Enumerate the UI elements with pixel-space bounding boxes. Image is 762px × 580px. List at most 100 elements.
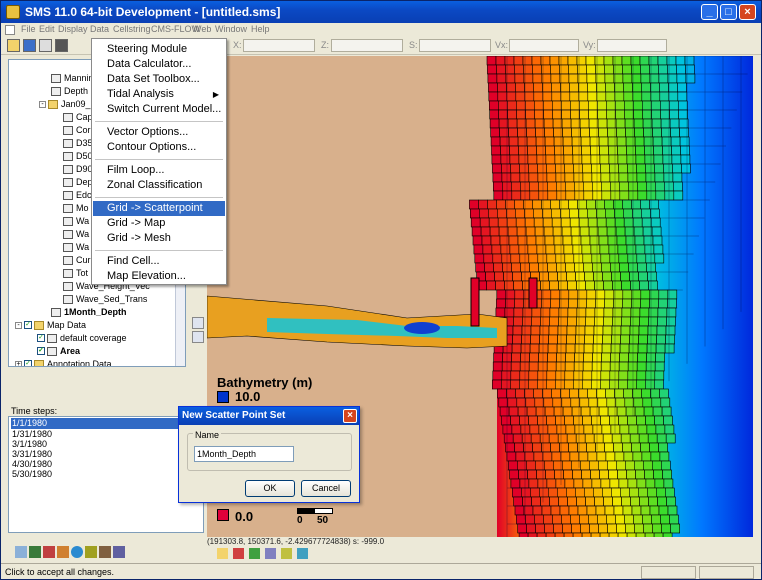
tree-item[interactable]: Depth	[51, 85, 88, 97]
dataset-icon	[51, 307, 61, 317]
menu-item-film-loop[interactable]: Film Loop...	[93, 163, 225, 178]
delete-icon[interactable]	[55, 39, 68, 52]
menu-item-grid-to-mesh[interactable]: Grid -> Mesh	[93, 231, 225, 246]
z-field[interactable]	[331, 39, 403, 52]
observation-icon[interactable]	[281, 548, 292, 559]
s-field[interactable]	[419, 39, 491, 52]
dialog-close-button[interactable]: ×	[343, 409, 357, 423]
menu-item-find-cell[interactable]: Find Cell...	[93, 254, 225, 269]
menu-edit[interactable]: Edit	[39, 24, 55, 34]
tree-item[interactable]: Wa	[63, 228, 89, 240]
maximize-button[interactable]: □	[720, 4, 737, 20]
menu-display[interactable]: Display	[58, 24, 88, 34]
tree-item-label: default coverage	[60, 333, 127, 343]
window-title: SMS 11.0 64-bit Development - [untitled.…	[25, 5, 281, 19]
node-icon[interactable]	[233, 548, 244, 559]
menu-item-data-calculator[interactable]: Data Calculator...	[93, 57, 225, 72]
tree-item[interactable]: Wa	[63, 241, 89, 253]
x-field[interactable]	[243, 39, 315, 52]
tree-item[interactable]: Dep	[63, 176, 93, 188]
vector-dataset-icon	[63, 281, 73, 291]
tree-item[interactable]: ✓ Area	[37, 345, 80, 357]
tree-folder[interactable]: - Jan09_	[39, 98, 91, 110]
tree-item[interactable]: D90	[63, 163, 93, 175]
tree-item-label: Wa	[76, 229, 90, 239]
collapse-toggle[interactable]: -	[15, 321, 22, 329]
tree-item[interactable]: Cap	[63, 111, 93, 123]
ok-button[interactable]: OK	[245, 480, 295, 497]
tree-item-label: Wa	[76, 242, 90, 252]
legend-min-label: 0.0	[235, 509, 254, 524]
visibility-checkbox[interactable]: ✓	[24, 321, 32, 329]
annotation-icon	[34, 359, 44, 366]
tree-item-label: Wa	[76, 216, 90, 226]
coverage-icon	[47, 346, 57, 356]
tree-item[interactable]: Edc	[63, 189, 92, 201]
menu-item-vector-options[interactable]: Vector Options...	[93, 125, 225, 140]
menu-item-grid-to-map[interactable]: Grid -> Map	[93, 216, 225, 231]
tree-item[interactable]: Wave_Sed_Trans	[63, 293, 147, 305]
mesh-icon[interactable]	[43, 546, 55, 558]
menu-file[interactable]: File	[21, 24, 36, 34]
grid-icon[interactable]	[29, 546, 41, 558]
vx-field[interactable]	[509, 39, 579, 52]
expand-toggle[interactable]: +	[15, 360, 22, 366]
visibility-checkbox[interactable]: ✓	[24, 360, 32, 366]
home-icon[interactable]	[15, 546, 27, 558]
scatter-icon[interactable]	[57, 546, 69, 558]
menu-window[interactable]: Window	[215, 24, 247, 34]
menu-item-contour-options[interactable]: Contour Options...	[93, 140, 225, 155]
menu-help[interactable]: Help	[251, 24, 270, 34]
menu-data[interactable]: Data	[90, 24, 109, 34]
cancel-button[interactable]: Cancel	[301, 480, 351, 497]
menu-item-grid-to-scatterpoint[interactable]: Grid -> Scatterpoint	[93, 201, 225, 216]
cellstring-icon[interactable]	[265, 548, 276, 559]
timesteps-list[interactable]: 1/1/1980 1/31/1980 3/1/1980 3/31/1980 4/…	[8, 416, 204, 533]
menu-cellstring[interactable]: Cellstring	[113, 24, 151, 34]
tree-folder[interactable]: - ✓ Map Data	[15, 319, 86, 331]
zoom-tool-icon[interactable]	[192, 331, 204, 343]
globe-icon[interactable]	[71, 546, 83, 558]
coverage-icon	[47, 333, 57, 343]
menu-item-data-set-toolbox[interactable]: Data Set Toolbox...	[93, 72, 225, 87]
menu-item-zonal-classification[interactable]: Zonal Classification	[93, 178, 225, 193]
cell-icon[interactable]	[249, 548, 260, 559]
close-button[interactable]: ×	[739, 4, 756, 20]
tree-item[interactable]: Tot	[63, 267, 88, 279]
panel-splitter[interactable]	[8, 389, 186, 397]
menu-web[interactable]: Web	[193, 24, 211, 34]
tree-item[interactable]: D35	[63, 137, 93, 149]
visibility-checkbox[interactable]: ✓	[37, 347, 45, 355]
tree-item[interactable]: Mo	[63, 202, 89, 214]
minimize-button[interactable]: _	[701, 4, 718, 20]
scale-label-50: 50	[317, 515, 329, 526]
select-tool-icon[interactable]	[192, 317, 204, 329]
timestep-item[interactable]: 1/1/1980	[11, 418, 201, 429]
collapse-toggle[interactable]: -	[39, 100, 46, 108]
open-folder-icon[interactable]	[7, 39, 20, 52]
scatter-set-name-field[interactable]	[194, 446, 294, 462]
tree-item[interactable]: Cor	[63, 124, 91, 136]
vy-field[interactable]	[597, 39, 667, 52]
gis-icon[interactable]	[113, 546, 125, 558]
menu-item-steering-module[interactable]: Steering Module	[93, 42, 225, 57]
hand-icon[interactable]	[217, 548, 228, 559]
tree-item-label: Mo	[76, 203, 89, 213]
menu-item-map-elevation[interactable]: Map Elevation...	[93, 269, 225, 284]
tree-item-selected[interactable]: 1Month_Depth	[51, 306, 127, 318]
tree-item[interactable]: Cur	[63, 254, 91, 266]
timestep-item[interactable]: 5/30/1980	[11, 469, 52, 480]
visibility-checkbox[interactable]: ✓	[37, 334, 45, 342]
tree-folder[interactable]: + ✓ Annotation Data	[15, 358, 112, 366]
menu-item-tidal-analysis[interactable]: Tidal Analysis ▶	[93, 87, 225, 102]
boundary-icon[interactable]	[297, 548, 308, 559]
tree-item[interactable]: Wa	[63, 215, 89, 227]
save-icon[interactable]	[23, 39, 36, 52]
map-module-icon[interactable]	[85, 546, 97, 558]
menu-item-switch-current-model[interactable]: Switch Current Model...	[93, 102, 225, 117]
tree-item[interactable]: D50	[63, 150, 93, 162]
tree-item[interactable]: ✓ default coverage	[37, 332, 127, 344]
print-icon[interactable]	[39, 39, 52, 52]
particle-icon[interactable]	[99, 546, 111, 558]
app-window: SMS 11.0 64-bit Development - [untitled.…	[0, 0, 762, 580]
